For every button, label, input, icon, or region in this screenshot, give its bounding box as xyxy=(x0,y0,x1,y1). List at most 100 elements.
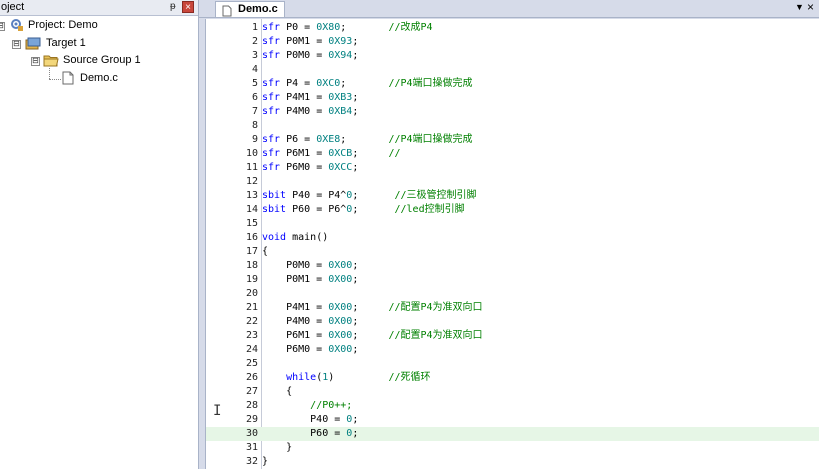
line-number: 21 xyxy=(245,302,258,313)
line-number: 3 xyxy=(251,50,258,61)
code-keyword: sfr xyxy=(262,106,287,117)
code-comment: //led控制引脚 xyxy=(394,204,465,215)
code-line[interactable]: 11 sfr P6M0 = 0XCC; xyxy=(206,161,819,175)
code-line[interactable]: 6 sfr P4M1 = 0XB3; xyxy=(206,91,819,105)
tab-demo-c[interactable]: Demo.c xyxy=(215,1,285,17)
code-token: ; xyxy=(352,148,389,159)
code-token: P4M1 = xyxy=(262,302,329,313)
code-token: ; xyxy=(340,134,389,145)
line-number: 13 xyxy=(245,190,258,201)
code-token: P0M0 = xyxy=(286,50,329,61)
line-number: 30 xyxy=(245,428,258,439)
code-line[interactable]: 19 P0M1 = 0X00; xyxy=(206,273,819,287)
code-token: { xyxy=(262,386,293,397)
code-line[interactable]: 15 xyxy=(206,217,819,231)
code-line[interactable]: 29 P40 = 0; xyxy=(206,413,819,427)
tree-item-source-group[interactable]: ⊟ Source Group 1 xyxy=(0,53,198,69)
chevron-down-icon[interactable]: ▼ xyxy=(795,2,804,12)
code-text: P0M0 = 0X00; xyxy=(262,259,358,273)
code-keyword: sfr xyxy=(262,134,287,145)
code-keyword: sfr xyxy=(262,36,287,47)
code-keyword: sfr xyxy=(262,162,287,173)
line-number: 11 xyxy=(245,162,258,173)
code-line[interactable]: 18 P0M0 = 0X00; xyxy=(206,259,819,273)
code-line[interactable]: 1 sfr P0 = 0X80; //改成P4 xyxy=(206,21,819,35)
code-token: P4 = xyxy=(286,78,317,89)
code-line[interactable]: 5 sfr P4 = 0XC0; //P4端口操做完成 xyxy=(206,77,819,91)
pin-icon[interactable]: ᵽ xyxy=(170,1,176,12)
code-token: ; xyxy=(352,414,359,425)
code-number: 0X00 xyxy=(328,274,353,285)
code-text: sfr P6M1 = 0XCB; // xyxy=(262,147,401,161)
line-number: 5 xyxy=(251,78,258,89)
tree-item-project[interactable]: ⊟ Project: Demo xyxy=(0,18,198,34)
code-line[interactable]: 27 { xyxy=(206,385,819,399)
code-text: while(1) //死循环 xyxy=(262,371,430,385)
code-line[interactable]: 31 } xyxy=(206,441,819,455)
code-line[interactable]: 4 xyxy=(206,63,819,77)
code-line[interactable]: 20 xyxy=(206,287,819,301)
code-comment: //三极管控制引脚 xyxy=(394,190,477,201)
code-number: 0XC0 xyxy=(316,78,341,89)
code-line[interactable]: 17 { xyxy=(206,245,819,259)
line-number: 18 xyxy=(245,260,258,271)
code-text: P60 = 0; xyxy=(262,427,358,441)
code-line[interactable]: 7 sfr P4M0 = 0XB4; xyxy=(206,105,819,119)
code-text: sfr P4M0 = 0XB4; xyxy=(262,105,358,119)
code-editor[interactable]: 1 sfr P0 = 0X80; //改成P4 2 sfr P0M1 = 0X93; 3… xyxy=(205,19,819,469)
code-token: ) xyxy=(328,372,389,383)
code-line[interactable]: 2 sfr P0M1 = 0X93; xyxy=(206,35,819,49)
line-number: 6 xyxy=(251,92,258,103)
code-line[interactable]: 30 P60 = 0; xyxy=(206,427,819,441)
code-token: ; xyxy=(352,330,389,341)
line-number: 17 xyxy=(245,246,258,257)
editor-tab-bar: Demo.c ▼ × xyxy=(199,0,819,18)
line-number: 19 xyxy=(245,274,258,285)
code-keyword: while xyxy=(286,372,317,383)
code-line[interactable]: 26 while(1) //死循环 xyxy=(206,371,819,385)
code-line[interactable]: 28 //P0++; xyxy=(206,399,819,413)
code-line[interactable]: 23 P6M1 = 0X00; //配置P4为准双向口 xyxy=(206,329,819,343)
tree-item-file[interactable]: Demo.c xyxy=(0,68,198,87)
code-comment: //配置P4为准双向口 xyxy=(388,302,483,313)
code-text: { xyxy=(262,385,292,399)
code-line[interactable]: 14 sbit P60 = P6^0; //led控制引脚 xyxy=(206,203,819,217)
line-number: 27 xyxy=(245,386,258,397)
collapse-icon[interactable]: ⊟ xyxy=(12,40,21,49)
code-token: P40 = P4^ xyxy=(292,190,347,201)
code-line[interactable]: 3 sfr P0M0 = 0X94; xyxy=(206,49,819,63)
code-line[interactable]: 25 xyxy=(206,357,819,371)
code-line[interactable]: 9 sfr P6 = 0XE8; //P4端口操做完成 xyxy=(206,133,819,147)
folder-icon xyxy=(43,54,59,70)
code-comment: //配置P4为准双向口 xyxy=(388,330,483,341)
code-number: 0X00 xyxy=(328,260,353,271)
code-text: P0M1 = 0X00; xyxy=(262,273,358,287)
code-line[interactable]: 10 sfr P6M1 = 0XCB; // xyxy=(206,147,819,161)
code-line[interactable]: 12 xyxy=(206,175,819,189)
collapse-icon[interactable]: ⊟ xyxy=(31,57,40,66)
code-token: P0M0 = xyxy=(262,260,329,271)
code-line[interactable]: 32} xyxy=(206,455,819,469)
line-number: 8 xyxy=(251,120,258,131)
code-line[interactable]: 13 sbit P40 = P4^0; //三极管控制引脚 xyxy=(206,189,819,203)
line-number: 26 xyxy=(245,372,258,383)
code-line[interactable]: 24 P6M0 = 0X00; xyxy=(206,343,819,357)
code-text: P6M0 = 0X00; xyxy=(262,343,358,357)
tree-item-target[interactable]: ⊟ Target 1 xyxy=(0,36,198,52)
line-number: 15 xyxy=(245,218,258,229)
code-comment: //P4端口操做完成 xyxy=(388,78,473,89)
code-token: ; xyxy=(340,78,389,89)
code-token: ; xyxy=(352,92,359,103)
code-comment: //P4端口操做完成 xyxy=(388,134,473,145)
collapse-icon[interactable]: ⊟ xyxy=(0,22,5,31)
code-line[interactable]: 22 P4M0 = 0X00; xyxy=(206,315,819,329)
close-pane-button[interactable]: × xyxy=(182,1,194,13)
code-line[interactable]: 16 void main() xyxy=(206,231,819,245)
close-icon[interactable]: × xyxy=(807,0,814,14)
code-number: 0X00 xyxy=(328,302,353,313)
code-token: ; xyxy=(352,316,359,327)
code-text: { xyxy=(262,245,268,259)
code-line[interactable]: 21 P4M1 = 0X00; //配置P4为准双向口 xyxy=(206,301,819,315)
code-line[interactable]: 8 xyxy=(206,119,819,133)
